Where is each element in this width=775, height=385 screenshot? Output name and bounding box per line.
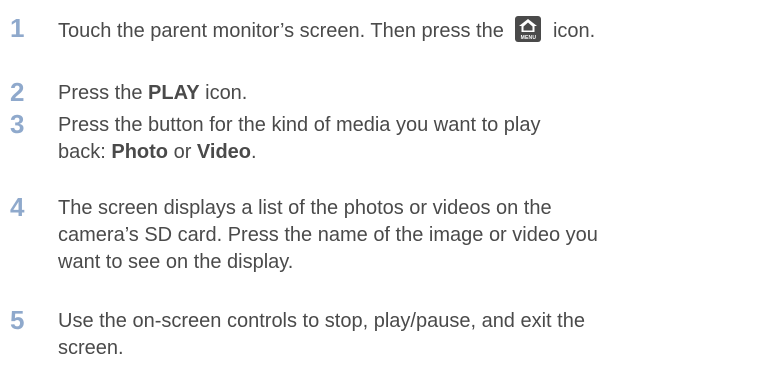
step-4: 4 The screen displays a list of the phot… xyxy=(10,193,770,276)
step-text: Press the PLAY icon. xyxy=(58,80,247,107)
step-number: 1 xyxy=(10,13,25,43)
step-line-3: want to see on the display. xyxy=(58,251,294,273)
step-text-middle: or xyxy=(168,141,197,163)
step-1: 1 Touch the parent monitor’s screen. The… xyxy=(10,14,770,45)
step-line-1: The screen displays a list of the photos… xyxy=(58,197,552,219)
step-bold-video: Video xyxy=(196,141,252,163)
step-text-before: Press the xyxy=(58,82,149,104)
step-5: 5 Use the on-screen controls to stop, pl… xyxy=(10,306,770,362)
step-line-2: back: Photo or Video. xyxy=(58,139,541,166)
step-text-after: . xyxy=(251,141,257,163)
step-bold-photo: Photo xyxy=(111,141,169,163)
step-text: Touch the parent monitor’s screen. Then … xyxy=(58,16,595,45)
step-line-1: Use the on-screen controls to stop, play… xyxy=(58,310,585,332)
step-line-2: camera’s SD card. Press the name of the … xyxy=(58,224,598,246)
step-3: 3 Press the button for the kind of media… xyxy=(10,110,770,166)
step-text: The screen displays a list of the photos… xyxy=(58,195,598,276)
step-text: Use the on-screen controls to stop, play… xyxy=(58,308,585,362)
step-number: 5 xyxy=(10,305,25,335)
step-number: 3 xyxy=(10,109,25,139)
step-2: 2 Press the PLAY icon. xyxy=(10,78,770,107)
menu-icon-label: MENU xyxy=(520,35,537,41)
step-number: 4 xyxy=(10,192,25,222)
step-text-after: icon. xyxy=(199,82,248,104)
step-line-1: Press the button for the kind of media y… xyxy=(58,114,541,136)
home-menu-icon: MENU xyxy=(515,16,542,42)
step-text-before: Touch the parent monitor’s screen. Then … xyxy=(58,20,504,42)
house-icon xyxy=(519,19,538,32)
step-line-2: screen. xyxy=(58,337,124,359)
step-text-after: icon. xyxy=(552,20,596,42)
step-text: Press the button for the kind of media y… xyxy=(58,112,541,166)
step-text-before: back: xyxy=(58,141,112,163)
step-number: 2 xyxy=(10,77,25,107)
step-bold-term: PLAY xyxy=(148,82,200,104)
